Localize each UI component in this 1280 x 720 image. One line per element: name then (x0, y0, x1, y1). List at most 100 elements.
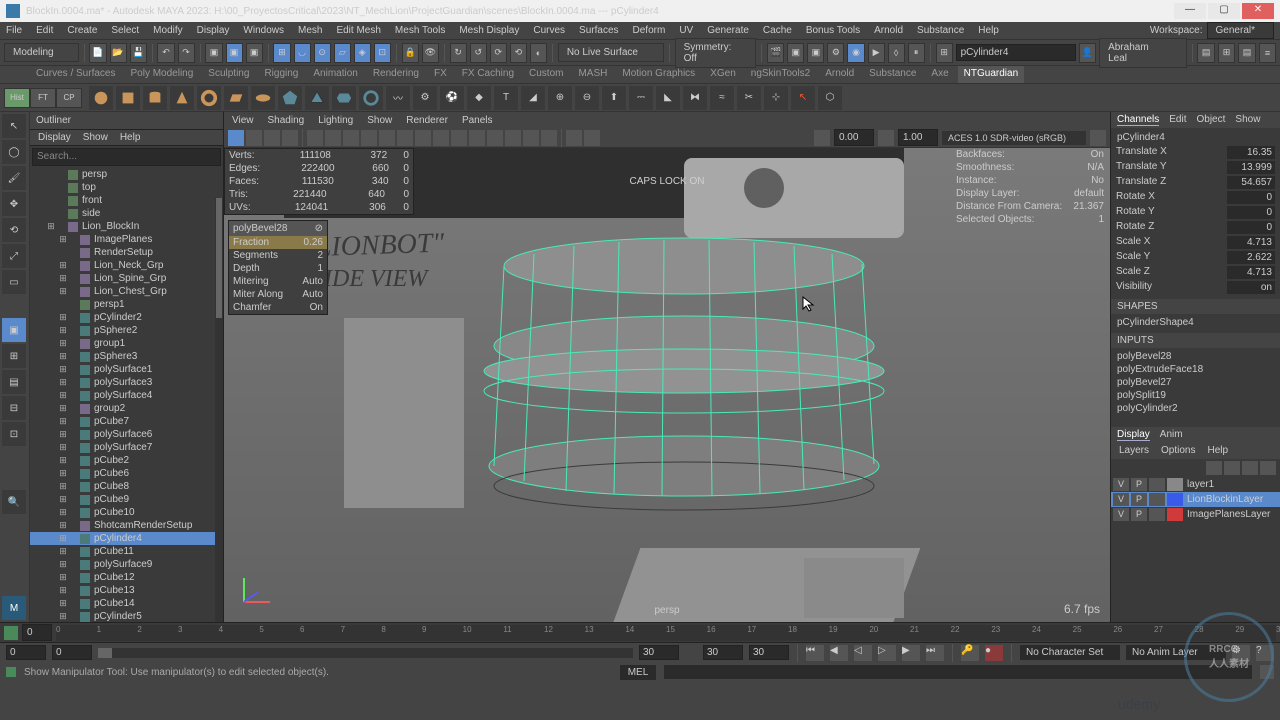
target-weld-icon[interactable]: ⊹ (764, 86, 788, 110)
play-start-icon[interactable]: ⏮ (806, 645, 824, 661)
poly-torus-icon[interactable] (197, 86, 221, 110)
timeslider-sound-icon[interactable] (4, 626, 18, 640)
cp-toggle[interactable]: CP (56, 88, 82, 108)
select-camera-icon[interactable] (228, 130, 244, 146)
character-set-dropdown[interactable]: No Character Set (1020, 645, 1120, 660)
gamma-field[interactable] (898, 129, 938, 146)
exposure-icon[interactable] (814, 130, 830, 146)
viewport-settings-icon[interactable] (1090, 130, 1106, 146)
menu-windows[interactable]: Windows (243, 25, 284, 36)
menu-uv[interactable]: UV (679, 25, 693, 36)
poly-type-icon[interactable]: T (494, 86, 518, 110)
viewport-canvas[interactable]: "LIONBOT" SIDE VIEW (224, 148, 1110, 622)
menu-file[interactable]: File (6, 25, 22, 36)
combine-icon[interactable]: ⊕ (548, 86, 572, 110)
outliner-item-shotcamrendersetup[interactable]: ⊞ShotcamRenderSetup (30, 519, 223, 532)
menu-bonus-tools[interactable]: Bonus Tools (806, 25, 860, 36)
object-name[interactable]: pCylinder4 (1115, 130, 1276, 145)
poly-plane-icon[interactable] (224, 86, 248, 110)
motion-blur-icon[interactable] (523, 130, 539, 146)
channel-visibility[interactable]: Visibilityon (1115, 280, 1276, 295)
shelf-tab-rigging[interactable]: Rigging (258, 66, 304, 83)
modeling-toolkit-icon[interactable]: ≡ (1259, 43, 1276, 63)
redo-icon[interactable]: ↷ (178, 43, 195, 63)
mirror-icon[interactable]: ⧓ (683, 86, 707, 110)
snap-live-icon[interactable]: ◈ (354, 43, 371, 63)
panel-layout-icon[interactable]: ⊞ (936, 43, 953, 63)
ipr-icon[interactable]: ▣ (807, 43, 824, 63)
shelf-tab-fx[interactable]: FX (428, 66, 453, 83)
layer-lionblockinlayer[interactable]: VPLionBlockinLayer (1111, 492, 1280, 507)
svg-icon[interactable]: ◢ (521, 86, 545, 110)
poly-cylinder-icon[interactable] (143, 86, 167, 110)
new-scene-icon[interactable]: 📄 (89, 43, 106, 63)
poly-soccer-icon[interactable]: ⚽ (440, 86, 464, 110)
multicut-icon[interactable]: ✂ (737, 86, 761, 110)
outliner-help-menu[interactable]: Help (120, 132, 141, 143)
menu-mesh[interactable]: Mesh (298, 25, 322, 36)
channel-scale-x[interactable]: Scale X4.713 (1115, 235, 1276, 250)
range-end-inner[interactable] (639, 645, 679, 660)
safe-title-icon[interactable] (397, 130, 413, 146)
outliner-item-lion_neck_grp[interactable]: ⊞Lion_Neck_Grp (30, 259, 223, 272)
arrow-icon[interactable]: ↖ (791, 86, 815, 110)
menu-surfaces[interactable]: Surfaces (579, 25, 618, 36)
exposure-field[interactable] (834, 129, 874, 146)
outliner-item-pcube8[interactable]: ⊞pCube8 (30, 480, 223, 493)
play-back-icon[interactable]: ◁ (854, 645, 872, 661)
poly-superellipse-icon[interactable]: ◆ (467, 86, 491, 110)
select-object-icon[interactable]: ▣ (226, 43, 243, 63)
four-view-icon[interactable]: ⊞ (2, 344, 26, 368)
shelf-tab-fx-caching[interactable]: FX Caching (456, 66, 520, 83)
play-fwd-icon[interactable]: ▷ (878, 645, 896, 661)
select-hierarchy-icon[interactable]: ▣ (205, 43, 222, 63)
edit-tab[interactable]: Edit (1169, 114, 1186, 126)
poly-helix-icon[interactable]: 〰 (386, 86, 410, 110)
select-tool-icon[interactable]: ↖ (2, 114, 26, 138)
history4-icon[interactable]: ⟲ (510, 43, 527, 63)
poly-cone-icon[interactable] (170, 86, 194, 110)
shelf-tab-xgen[interactable]: XGen (704, 66, 742, 83)
outliner-item-pcube10[interactable]: ⊞pCube10 (30, 506, 223, 519)
history5-icon[interactable]: ◐ (530, 43, 547, 63)
channels-tab[interactable]: Channels (1117, 114, 1159, 126)
layer-new-empty-icon[interactable] (1260, 461, 1276, 475)
layer-layer1[interactable]: VPlayer1 (1111, 477, 1280, 492)
bevel-icon[interactable]: ◣ (656, 86, 680, 110)
view-menu-lighting[interactable]: Lighting (318, 115, 353, 126)
user-dropdown[interactable]: Abraham Leal (1099, 38, 1186, 68)
image-plane-icon[interactable] (282, 130, 298, 146)
workspace-dropdown[interactable]: General* (1207, 22, 1274, 39)
poly-pipe-icon[interactable] (359, 86, 383, 110)
attr-editor-icon[interactable]: ▤ (1197, 43, 1214, 63)
mel-label[interactable]: MEL (620, 665, 657, 680)
shaded-icon[interactable] (433, 130, 449, 146)
menu-mesh-tools[interactable]: Mesh Tools (395, 25, 445, 36)
history-icon[interactable]: ↻ (450, 43, 467, 63)
film-gate-icon[interactable] (325, 130, 341, 146)
outliner-item-psphere3[interactable]: ⊞pSphere3 (30, 350, 223, 363)
time-ruler[interactable]: 0123456789101112131415161718192021222324… (56, 625, 1276, 641)
input-polysplit19[interactable]: polySplit19 (1115, 389, 1276, 402)
outliner-item-psphere2[interactable]: ⊞pSphere2 (30, 324, 223, 337)
channel-box-icon[interactable]: ▤ (1238, 43, 1255, 63)
shelf-tab-ngskintools2[interactable]: ngSkinTools2 (745, 66, 816, 83)
menu-curves[interactable]: Curves (533, 25, 565, 36)
menu-modify[interactable]: Modify (153, 25, 182, 36)
object-tab[interactable]: Object (1197, 114, 1226, 126)
outliner-show-menu[interactable]: Show (83, 132, 108, 143)
outliner-item-lion_blockin[interactable]: ⊞Lion_BlockIn (30, 220, 223, 233)
outliner-tree[interactable]: persptopfrontside⊞Lion_BlockIn⊞ImagePlan… (30, 168, 223, 622)
menu-cache[interactable]: Cache (763, 25, 792, 36)
outliner-item-pcube11[interactable]: ⊞pCube11 (30, 545, 223, 558)
layers-options-menu[interactable]: Options (1161, 445, 1195, 457)
menu-arnold[interactable]: Arnold (874, 25, 903, 36)
inputs-header[interactable]: INPUTS (1111, 333, 1280, 348)
shape-item[interactable]: pCylinderShape4 (1115, 316, 1276, 329)
menu-help[interactable]: Help (978, 25, 999, 36)
outliner-item-persp[interactable]: persp (30, 168, 223, 181)
outliner-scrollbar[interactable] (215, 198, 223, 622)
outliner-item-persp1[interactable]: persp1 (30, 298, 223, 311)
outliner-item-lion_spine_grp[interactable]: ⊞Lion_Spine_Grp (30, 272, 223, 285)
outliner-item-pcube13[interactable]: ⊞pCube13 (30, 584, 223, 597)
